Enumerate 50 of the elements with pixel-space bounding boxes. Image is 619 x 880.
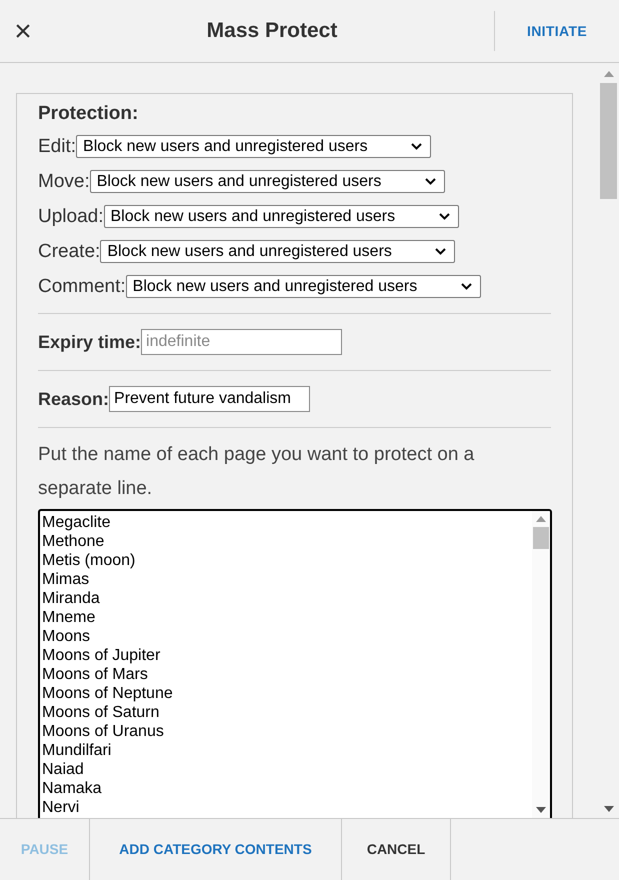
page-name: Mimas xyxy=(42,570,90,589)
dialog-title: Mass Protect xyxy=(206,18,338,44)
permission-dropdown[interactable]: Block new users and unregistered users xyxy=(104,205,458,228)
page-name: Namaka xyxy=(42,779,103,798)
scroll-up-icon[interactable] xyxy=(536,516,546,522)
chevron-down-icon xyxy=(411,143,422,150)
page-name: Methone xyxy=(42,532,106,551)
section-heading: Protection: xyxy=(38,102,140,126)
footer-button[interactable]: CANCEL xyxy=(342,819,451,880)
close-button[interactable]: × xyxy=(0,0,46,62)
page-name: Moons of Jupiter xyxy=(42,646,162,665)
page-name: Metis (moon) xyxy=(42,551,136,570)
field-label: Upload: xyxy=(38,205,104,228)
expiry-input[interactable]: indefinite xyxy=(141,329,342,355)
field-label: Reason: xyxy=(38,388,110,410)
field-label: Create: xyxy=(38,240,100,263)
reason-input[interactable]: Prevent future vandalism xyxy=(109,386,310,412)
page-name: Nervi xyxy=(42,798,80,817)
page-name: Moons of Neptune xyxy=(42,684,174,703)
page-name: Miranda xyxy=(42,589,101,608)
page-name: Moons xyxy=(42,627,92,646)
permission-dropdown[interactable]: Block new users and unregistered users xyxy=(90,170,445,193)
scroll-down-icon[interactable] xyxy=(536,807,546,813)
page-list-input[interactable]: Megaclite Methone Metis (moon) Mimas Miranda Mneme Moons Moons of Jupiter Moons of Mars Moons of Neptune Moons of Saturn Moons of Uranus Mundilfari Naiad Namaka Nervi xyxy=(38,509,552,818)
scroll-thumb[interactable] xyxy=(600,83,617,199)
page-name: Moons of Saturn xyxy=(42,703,160,722)
page-name: Naiad xyxy=(42,760,85,779)
page-name: Mneme xyxy=(42,608,96,627)
field-label: Move: xyxy=(38,170,90,193)
instruction-text: Put the name of each page you want to protect on a separate line. xyxy=(38,443,476,501)
page-name: Mundilfari xyxy=(42,741,112,760)
page-name: Megaclite xyxy=(42,513,112,532)
scroll-thumb[interactable] xyxy=(533,527,549,549)
scroll-down-icon[interactable] xyxy=(604,806,614,812)
permission-dropdown[interactable]: Block new users and unregistered users xyxy=(126,275,481,298)
chevron-down-icon xyxy=(435,248,446,255)
chevron-down-icon xyxy=(424,178,436,185)
initiate-button[interactable]: INITIATE xyxy=(495,0,619,62)
field-label: Expiry time: xyxy=(38,330,142,354)
scroll-up-icon[interactable] xyxy=(604,71,614,77)
permission-dropdown[interactable]: Block new users and unregistered users xyxy=(76,135,432,158)
page-name: Moons of Mars xyxy=(42,665,149,684)
field-label: Comment: xyxy=(38,275,126,298)
chevron-down-icon xyxy=(438,213,450,220)
field-label: Edit: xyxy=(38,135,76,158)
chevron-down-icon xyxy=(460,283,472,290)
footer-button[interactable]: ADD CATEGORY CONTENTS xyxy=(90,819,342,880)
list-scrollbar[interactable] xyxy=(532,511,550,818)
page-name: Moons of Uranus xyxy=(42,722,165,741)
permission-dropdown[interactable]: Block new users and unregistered users xyxy=(100,240,456,263)
